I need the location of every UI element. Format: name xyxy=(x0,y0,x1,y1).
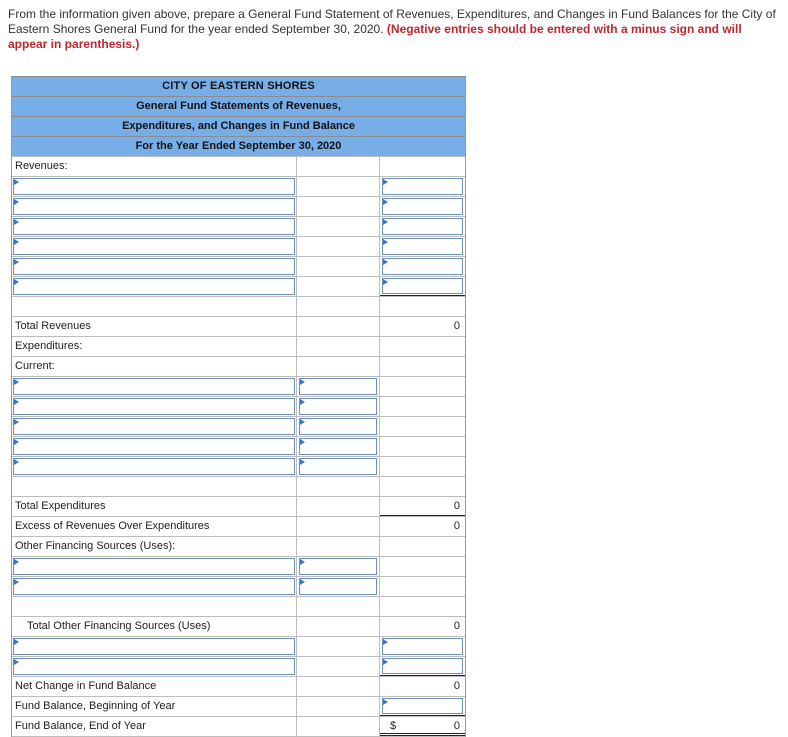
total-expenditures-label: Total Expenditures xyxy=(15,500,106,512)
expenditure-account-select[interactable] xyxy=(13,458,295,475)
revenue-input-row xyxy=(12,216,465,236)
revenue-amount-input[interactable] xyxy=(382,238,463,255)
revenues-label: Revenues: xyxy=(15,160,68,172)
extra-amount-input[interactable] xyxy=(382,658,463,674)
total-revenues-value: 0 xyxy=(453,320,460,332)
fund-balance-end-value: 0 xyxy=(453,720,460,732)
total-expenditures-value: 0 xyxy=(453,500,460,512)
total-other-financing-value: 0 xyxy=(453,620,460,632)
revenue-input-row xyxy=(12,276,465,296)
total-other-financing-row: Total Other Financing Sources (Uses) 0 xyxy=(12,616,465,636)
statement-table: CITY OF EASTERN SHORES General Fund Stat… xyxy=(11,76,466,737)
fund-balance-beginning-label: Fund Balance, Beginning of Year xyxy=(15,700,176,712)
extra-input-row xyxy=(12,656,465,676)
extra-input-row xyxy=(12,636,465,656)
revenue-account-select[interactable] xyxy=(13,278,295,295)
other-financing-heading-row: Other Financing Sources (Uses): xyxy=(12,536,465,556)
expenditure-amount-input[interactable] xyxy=(299,438,377,455)
other-financing-account-select[interactable] xyxy=(13,578,295,595)
net-change-value: 0 xyxy=(453,680,460,692)
revenue-account-select[interactable] xyxy=(13,218,295,235)
spacer-row xyxy=(12,596,465,616)
current-label: Current: xyxy=(15,360,55,372)
other-financing-amount-input[interactable] xyxy=(299,578,377,595)
header-period: For the Year Ended September 30, 2020 xyxy=(12,136,465,156)
header-title-2: Expenditures, and Changes in Fund Balanc… xyxy=(12,116,465,136)
header-city: CITY OF EASTERN SHORES xyxy=(12,76,465,96)
net-change-label: Net Change in Fund Balance xyxy=(15,680,157,692)
total-expenditures-row: Total Expenditures 0 xyxy=(12,496,465,516)
total-revenues-row: Total Revenues 0 xyxy=(12,316,465,336)
expenditure-account-select[interactable] xyxy=(13,418,295,435)
expenditure-amount-input[interactable] xyxy=(299,458,377,475)
expenditure-input-row xyxy=(12,436,465,456)
spacer-row xyxy=(12,296,465,316)
revenue-amount-input[interactable] xyxy=(382,258,463,275)
revenue-amount-input[interactable] xyxy=(382,218,463,235)
expenditures-heading-row: Expenditures: xyxy=(12,336,465,356)
header-title-1: General Fund Statements of Revenues, xyxy=(12,96,465,116)
revenue-amount-input[interactable] xyxy=(382,278,463,294)
other-financing-account-select[interactable] xyxy=(13,558,295,575)
revenue-input-row xyxy=(12,236,465,256)
revenue-amount-input[interactable] xyxy=(382,178,463,195)
expenditure-amount-input[interactable] xyxy=(299,418,377,435)
extra-amount-input[interactable] xyxy=(382,638,463,655)
spacer-row xyxy=(12,476,465,496)
expenditure-input-row xyxy=(12,376,465,396)
excess-label: Excess of Revenues Over Expenditures xyxy=(15,520,210,532)
fund-balance-end-label: Fund Balance, End of Year xyxy=(15,720,146,732)
revenue-input-row xyxy=(12,196,465,216)
expenditure-amount-input[interactable] xyxy=(299,378,377,395)
excess-row: Excess of Revenues Over Expenditures 0 xyxy=(12,516,465,536)
expenditures-label: Expenditures: xyxy=(15,340,83,352)
total-other-financing-label: Total Other Financing Sources (Uses) xyxy=(27,620,211,632)
fund-balance-beginning-input[interactable] xyxy=(382,698,463,714)
expenditure-input-row xyxy=(12,456,465,476)
other-financing-input-row xyxy=(12,556,465,576)
extra-account-select[interactable] xyxy=(13,658,295,675)
revenues-heading-row: Revenues: xyxy=(12,156,465,176)
expenditure-amount-input[interactable] xyxy=(299,398,377,415)
other-financing-input-row xyxy=(12,576,465,596)
excess-value: 0 xyxy=(453,520,460,532)
revenue-account-select[interactable] xyxy=(13,258,295,275)
extra-account-select[interactable] xyxy=(13,638,295,655)
net-change-row: Net Change in Fund Balance 0 xyxy=(12,676,465,696)
other-financing-amount-input[interactable] xyxy=(299,558,377,575)
expenditure-account-select[interactable] xyxy=(13,398,295,415)
revenue-input-row xyxy=(12,176,465,196)
revenue-account-select[interactable] xyxy=(13,198,295,215)
expenditure-input-row xyxy=(12,396,465,416)
other-financing-label: Other Financing Sources (Uses): xyxy=(15,540,176,552)
instructions: From the information given above, prepar… xyxy=(8,7,784,52)
revenue-account-select[interactable] xyxy=(13,238,295,255)
expenditure-input-row xyxy=(12,416,465,436)
fund-balance-beginning-row: Fund Balance, Beginning of Year xyxy=(12,696,465,716)
expenditure-account-select[interactable] xyxy=(13,378,295,395)
revenue-input-row xyxy=(12,256,465,276)
fund-balance-end-row: Fund Balance, End of Year $ 0 xyxy=(12,716,465,737)
revenue-amount-input[interactable] xyxy=(382,198,463,215)
current-heading-row: Current: xyxy=(12,356,465,376)
expenditure-account-select[interactable] xyxy=(13,438,295,455)
total-revenues-label: Total Revenues xyxy=(15,320,91,332)
revenue-account-select[interactable] xyxy=(13,178,295,195)
dollar-sign: $ xyxy=(390,720,397,732)
